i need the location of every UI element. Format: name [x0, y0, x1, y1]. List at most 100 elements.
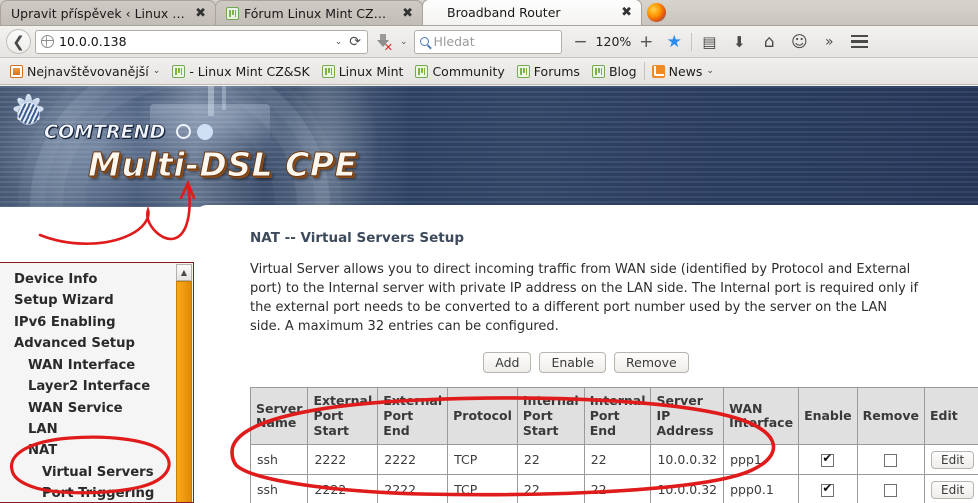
logo-dot-decoration: [197, 124, 213, 140]
sidebar-item-ipv6-enabling[interactable]: IPv6 Enabling: [0, 312, 176, 333]
cell-external-port-end: 2222: [377, 474, 449, 503]
col-server-name: Server Name: [249, 387, 309, 446]
chevron-down-icon[interactable]: ⌄: [333, 37, 345, 47]
bookmark-label: Linux Mint: [338, 63, 404, 79]
firefox-logo-icon: [647, 3, 666, 22]
bookmark-label: Nejnavštěvovanější: [27, 63, 149, 79]
bookmark-blog[interactable]: Blog: [587, 62, 642, 81]
bookmarks-bar: Nejnavštěvovanější ⌄ - Linux Mint CZ&SK …: [0, 58, 978, 85]
bookmark-star-icon[interactable]: ★: [661, 29, 687, 55]
close-icon[interactable]: ✖: [618, 6, 635, 19]
scroll-up-button[interactable]: ▲: [176, 264, 192, 281]
edit-button[interactable]: Edit: [931, 450, 975, 469]
router-sidebar: Device Info Setup Wizard IPv6 Enabling A…: [0, 262, 194, 503]
home-icon[interactable]: ⌂: [756, 29, 782, 55]
scrollbar-thumb[interactable]: [176, 281, 192, 502]
zoom-in-button[interactable]: +: [635, 32, 657, 52]
downloads-icon[interactable]: ⬇: [726, 29, 752, 55]
bookmark-label: Community: [432, 63, 505, 79]
router-page: COMTREND Multi-DSL CPE Device Info Setup…: [0, 86, 978, 503]
cell-internal-port-end: 22: [583, 444, 652, 476]
sidebar-item-wan-service[interactable]: WAN Service: [0, 398, 176, 419]
remove-checkbox[interactable]: [884, 454, 898, 468]
reload-icon[interactable]: ⟳: [349, 34, 363, 50]
virtual-servers-table: Server Name External Port Start External…: [249, 387, 978, 503]
remove-checkbox[interactable]: [884, 484, 898, 498]
most-visited-icon: [10, 64, 23, 78]
mint-icon: [172, 64, 186, 78]
browser-tab-3[interactable]: Broadband Router ✖: [422, 0, 642, 25]
close-icon[interactable]: ✖: [192, 7, 209, 20]
cell-internal-port-start: 22: [516, 444, 585, 476]
cell-enable: [798, 474, 858, 503]
cell-server-name: ssh: [249, 474, 309, 503]
bookmark-linux-mint-cz[interactable]: - Linux Mint CZ&SK: [167, 62, 314, 81]
address-bar[interactable]: 10.0.0.138 ⌄ ⟳: [35, 29, 368, 54]
browser-window: Upravit příspěvek ‹ Linux Min... ✖ Fórum…: [0, 0, 978, 503]
col-external-port-end: External Port End: [377, 387, 449, 446]
enable-checkbox[interactable]: [821, 452, 835, 468]
hamburger-icon[interactable]: [846, 29, 872, 55]
sidebar-item-nat[interactable]: NAT: [0, 440, 176, 461]
bookmark-forums[interactable]: Forums: [512, 62, 585, 81]
comtrend-flower-logo-icon: [10, 94, 46, 130]
edit-button[interactable]: Edit: [931, 480, 975, 499]
chevron-down-icon[interactable]: ⌄: [398, 37, 410, 47]
magnifier-icon: [419, 37, 429, 46]
cell-server-name: ssh: [249, 444, 309, 476]
page-title: NAT -- Virtual Servers Setup: [250, 230, 465, 246]
cell-wan-interface: ppp0.1: [723, 474, 800, 503]
page-description: Virtual Server allows you to direct inco…: [250, 262, 919, 334]
bookmark-news[interactable]: News ⌄: [647, 62, 719, 81]
remove-button[interactable]: Remove: [614, 352, 689, 374]
error-badge-icon: ✕: [383, 40, 393, 54]
cell-remove: [856, 444, 926, 476]
col-internal-port-start: Internal Port Start: [516, 387, 585, 446]
bookmark-community[interactable]: Community: [410, 62, 509, 81]
bookmark-label: Blog: [608, 63, 637, 79]
sidebar-item-lan[interactable]: LAN: [0, 419, 176, 440]
mint-icon: [516, 64, 530, 78]
zoom-out-button[interactable]: −: [570, 32, 592, 52]
toolbar-divider: [691, 32, 693, 51]
add-button[interactable]: Add: [483, 352, 532, 374]
tab-strip: Upravit příspěvek ‹ Linux Min... ✖ Fórum…: [0, 0, 978, 26]
sidebar-item-virtual-servers[interactable]: Virtual Servers: [0, 462, 176, 483]
bookmark-linux-mint[interactable]: Linux Mint: [317, 62, 409, 81]
search-input[interactable]: Hledat: [413, 29, 562, 54]
banner-bar-decoration: [208, 86, 214, 116]
table-row: ssh 2222 2222 TCP 22 22 10.0.0.32 ppp0.1…: [249, 474, 978, 503]
banner-bar-decoration: [222, 86, 226, 110]
sidebar-item-device-info[interactable]: Device Info: [0, 269, 176, 290]
close-icon[interactable]: ✖: [399, 7, 416, 20]
sidebar-item-port-triggering[interactable]: Port Triggering: [0, 483, 176, 502]
smiley-feedback-icon[interactable]: ☺: [786, 29, 812, 55]
overflow-chevrons-icon[interactable]: »: [816, 29, 842, 55]
mint-icon: [226, 6, 239, 20]
cell-edit: Edit: [923, 474, 978, 503]
table-body: ssh 2222 2222 TCP 22 22 10.0.0.32 ppp1 E…: [249, 444, 978, 503]
sidebar-item-layer2-interface[interactable]: Layer2 Interface: [0, 376, 176, 397]
reader-view-icon[interactable]: ▤: [696, 29, 722, 55]
back-button[interactable]: ❮: [6, 29, 31, 54]
bookmark-label: Forums: [533, 63, 580, 79]
cell-server-ip: 10.0.0.32: [650, 444, 725, 476]
col-internal-port-end: Internal Port End: [583, 387, 652, 446]
cell-remove: [856, 474, 926, 503]
cell-protocol: TCP: [447, 444, 518, 476]
mint-icon: [591, 64, 605, 78]
browser-tab-1[interactable]: Upravit příspěvek ‹ Linux Min... ✖: [0, 0, 216, 25]
enable-checkbox[interactable]: [821, 482, 835, 498]
sidebar-item-wan-interface[interactable]: WAN Interface: [0, 355, 176, 376]
bookmark-most-visited[interactable]: Nejnavštěvovanější ⌄: [5, 62, 165, 81]
cell-internal-port-end: 22: [583, 474, 652, 503]
enable-button[interactable]: Enable: [539, 352, 607, 374]
browser-tab-2[interactable]: Fórum Linux Mint CZ&SK ... ✖: [215, 0, 423, 25]
sidebar-item-setup-wizard[interactable]: Setup Wizard: [0, 290, 176, 311]
download-arrow-icon[interactable]: ✕: [372, 31, 394, 53]
sidebar-menu: Device Info Setup Wizard IPv6 Enabling A…: [0, 269, 176, 502]
sidebar-item-advanced-setup[interactable]: Advanced Setup: [0, 333, 176, 354]
sidebar-scrollbar[interactable]: ▲: [176, 264, 192, 502]
search-placeholder: Hledat: [433, 34, 475, 49]
col-remove: Remove: [856, 387, 926, 446]
